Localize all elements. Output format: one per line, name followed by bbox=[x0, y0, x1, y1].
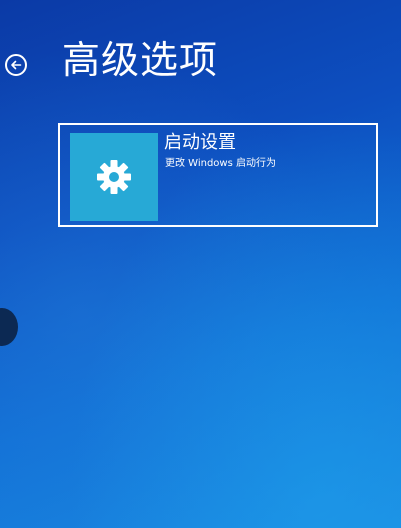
side-shadow bbox=[0, 308, 18, 346]
startup-settings-icon-box bbox=[70, 133, 158, 221]
gear-icon bbox=[97, 160, 131, 194]
page-title: 高级选项 bbox=[62, 38, 219, 82]
startup-settings-option[interactable]: 启动设置 更改 Windows 启动行为 bbox=[58, 123, 378, 227]
advanced-options-screen: 高级选项 启动设置 更改 Windows 启动行为 bbox=[0, 0, 401, 528]
back-button[interactable] bbox=[5, 54, 27, 76]
option-description: 更改 Windows 启动行为 bbox=[165, 158, 276, 169]
option-title: 启动设置 bbox=[164, 132, 236, 153]
back-arrow-icon bbox=[11, 60, 22, 70]
